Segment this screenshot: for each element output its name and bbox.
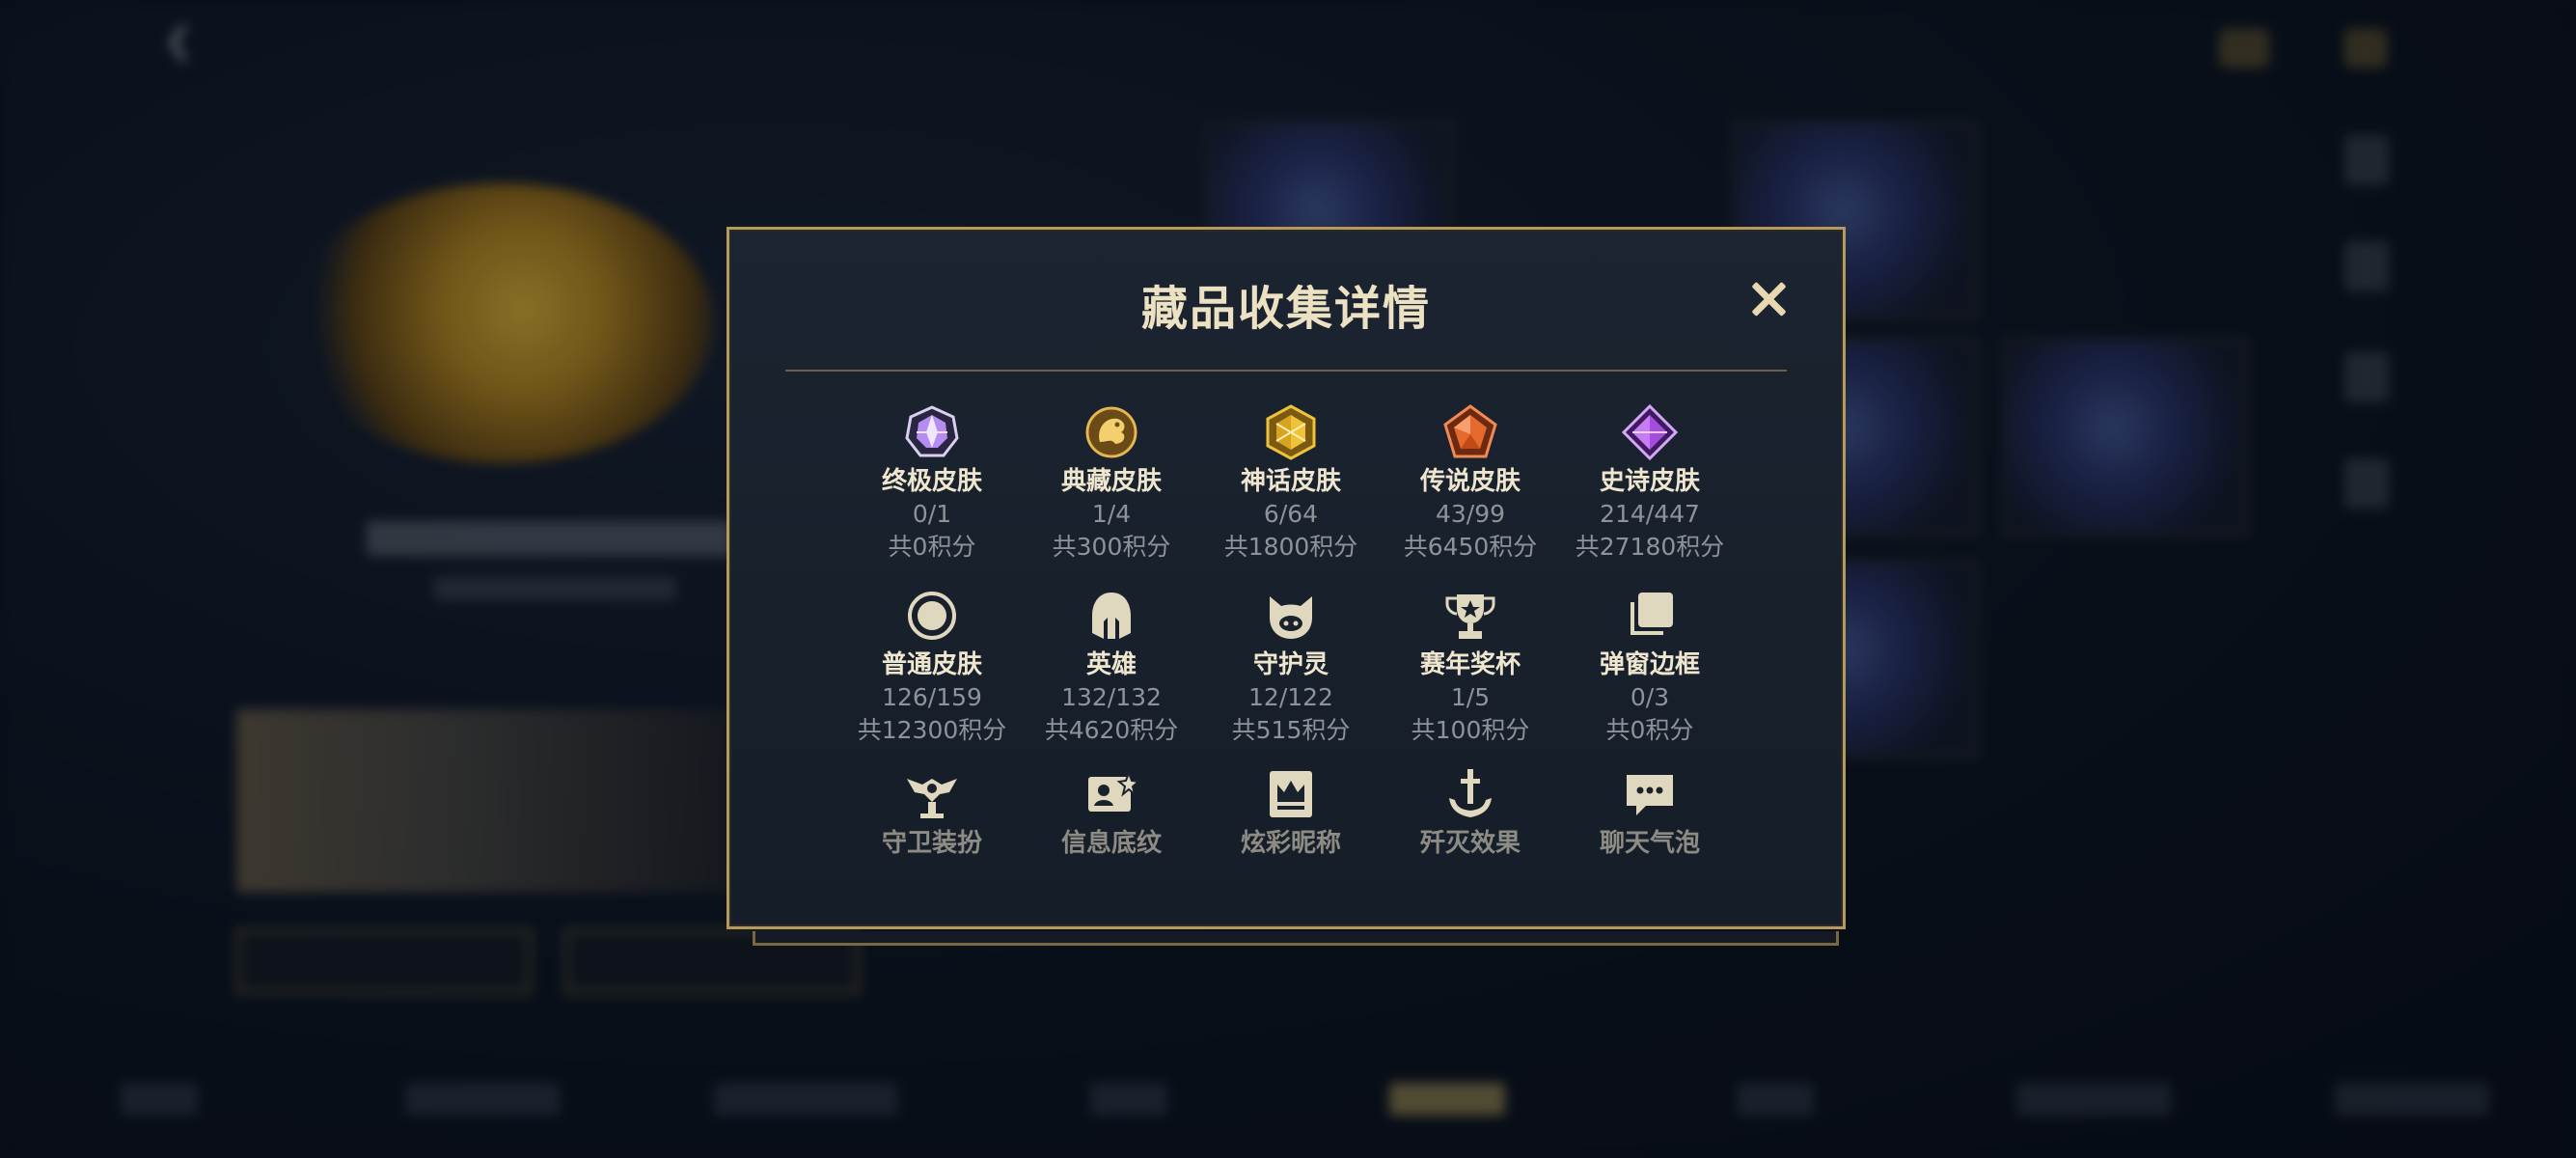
category-name: 赛年奖杯 [1419,650,1521,679]
category-ward-skin[interactable]: 守卫装扮 [840,765,1024,860]
category-guardian-spirit[interactable]: 守护灵 12/122 共515积分 [1199,587,1383,747]
category-name: 终极皮肤 [881,467,982,496]
collector-dragon-icon [1085,406,1137,458]
trophy-icon [1445,594,1495,639]
category-points: 共100积分 [1411,716,1530,744]
guardian-spirit-icon [1270,596,1312,639]
category-name: 传说皮肤 [1419,467,1521,496]
category-points: 共12300积分 [857,716,1007,744]
collection-details-dialog: 藏品收集详情 终极皮肤 0/1 共0积分 典藏皮肤 1/4 共300积分 神话皮… [726,227,1846,929]
category-name: 信息底纹 [1060,829,1162,858]
category-points: 共0积分 [888,533,976,561]
popup-frame-icon [1631,593,1673,635]
helmet-icon [1092,593,1131,639]
common-circle-icon [908,592,956,640]
info-card-icon [1088,770,1140,812]
category-color-nickname[interactable]: 炫彩昵称 [1199,765,1383,860]
category-count: 43/99 [1435,500,1506,528]
category-collector-skin[interactable]: 典藏皮肤 1/4 共300积分 [1020,403,1203,564]
ultimate-skin-gem-icon [905,405,959,457]
category-common-skin[interactable]: 普通皮肤 126/159 共12300积分 [840,587,1024,747]
category-points: 共1800积分 [1223,533,1358,561]
ward-skin-icon [907,779,957,818]
category-ultimate-skin[interactable]: 终极皮肤 0/1 共0积分 [840,403,1024,564]
anchor-sword-icon [1449,769,1492,817]
category-kill-effect[interactable]: 歼灭效果 [1379,765,1562,860]
category-count: 12/122 [1248,683,1333,711]
category-name: 典藏皮肤 [1060,467,1162,496]
category-name: 聊天气泡 [1599,829,1700,858]
category-legend-skin[interactable]: 传说皮肤 43/99 共6450积分 [1379,403,1562,564]
title-divider [785,370,1787,372]
close-icon[interactable] [1747,278,1790,320]
category-count: 0/1 [912,500,952,528]
category-count: 1/4 [1091,500,1132,528]
category-name: 守护灵 [1252,650,1329,679]
legend-pentagon-icon [1443,404,1497,458]
category-mythic-skin[interactable]: 神话皮肤 6/64 共1800积分 [1199,403,1383,564]
category-info-card[interactable]: 信息底纹 [1020,765,1203,860]
category-points: 共515积分 [1231,716,1351,744]
category-name: 弹窗边框 [1599,650,1700,679]
category-name: 神话皮肤 [1240,467,1341,496]
category-points: 共4620积分 [1044,716,1179,744]
category-points: 共300积分 [1052,533,1171,561]
category-count: 0/3 [1630,683,1670,711]
category-name: 英雄 [1085,650,1137,679]
category-count: 1/5 [1450,683,1491,711]
category-popup-frame[interactable]: 弹窗边框 0/3 共0积分 [1558,587,1741,747]
modal-bottom-edge [753,931,1839,946]
category-count: 6/64 [1263,500,1319,528]
category-name: 歼灭效果 [1419,829,1521,858]
category-heroes[interactable]: 英雄 132/132 共4620积分 [1020,587,1203,747]
crown-nameplate-icon [1270,771,1312,817]
chat-bubble-icon [1627,775,1673,815]
dialog-title: 藏品收集详情 [1140,282,1431,336]
category-season-trophy[interactable]: 赛年奖杯 1/5 共100积分 [1379,587,1562,747]
category-name: 守卫装扮 [881,829,982,858]
category-count: 214/447 [1600,500,1700,528]
category-count: 126/159 [882,683,982,711]
mythic-hexagon-icon [1266,404,1316,460]
category-count: 132/132 [1061,683,1162,711]
category-points: 共27180积分 [1575,533,1725,561]
category-name: 普通皮肤 [881,650,982,679]
category-name: 炫彩昵称 [1240,829,1341,858]
epic-diamond-icon [1621,403,1679,461]
category-points: 共6450积分 [1403,533,1538,561]
category-epic-skin[interactable]: 史诗皮肤 214/447 共27180积分 [1558,403,1741,564]
category-name: 史诗皮肤 [1599,467,1700,496]
category-chat-bubble[interactable]: 聊天气泡 [1558,765,1741,860]
category-points: 共0积分 [1605,716,1694,744]
